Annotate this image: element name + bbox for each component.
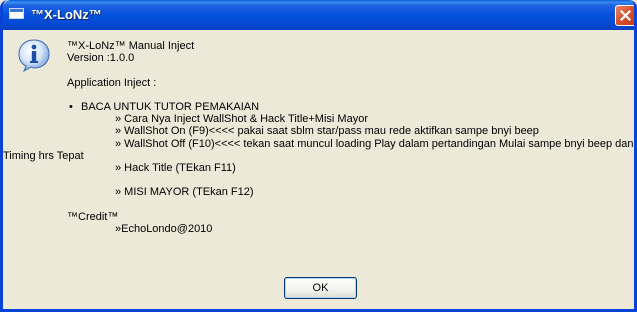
message-item-hack-title: » Hack Title (TEkan F11) <box>115 161 236 174</box>
message-credit-value: »EchoLondo@2010 <box>115 222 213 235</box>
close-button[interactable] <box>615 5 634 26</box>
ok-button[interactable]: OK <box>284 277 357 299</box>
dialog-window: ™X-LoNz™ ™X-LoNz™ Manual Inject Version … <box>0 0 637 312</box>
message-item-inject: » Cara Nya Inject WallShot & Hack Title+… <box>115 113 368 126</box>
message-line-application: Application Inject : <box>67 76 157 89</box>
message-text: ™X-LoNz™ Manual Inject Version :1.0.0 Ap… <box>3 40 634 235</box>
message-line-version: Version :1.0.0 <box>67 52 135 65</box>
message-item-misi-mayor: » MISI MAYOR (TEkan F12) <box>115 186 254 199</box>
bullet-text: BACA UNTUK TUTOR PEMAKAIAN <box>81 100 260 113</box>
information-icon <box>18 39 50 72</box>
bullet-dot: • <box>69 100 73 113</box>
window-title: ™X-LoNz™ <box>31 7 102 22</box>
message-item-wallshot-off-wrap: Timing hrs Tepat <box>3 149 84 162</box>
title-bar[interactable]: ™X-LoNz™ <box>3 0 634 30</box>
message-item-wallshot-off: » WallShot Off (F10)<<<< tekan saat munc… <box>115 137 634 150</box>
message-credit-label: ™Credit™ <box>67 210 119 223</box>
message-bullet: • BACA UNTUK TUTOR PEMAKAIAN <box>67 101 633 113</box>
message-line-title: ™X-LoNz™ Manual Inject <box>67 40 195 52</box>
window-icon[interactable] <box>9 8 24 19</box>
close-icon <box>620 10 631 21</box>
message-item-wallshot-on: » WallShot On (F9)<<<< pakai saat sblm s… <box>115 125 539 138</box>
